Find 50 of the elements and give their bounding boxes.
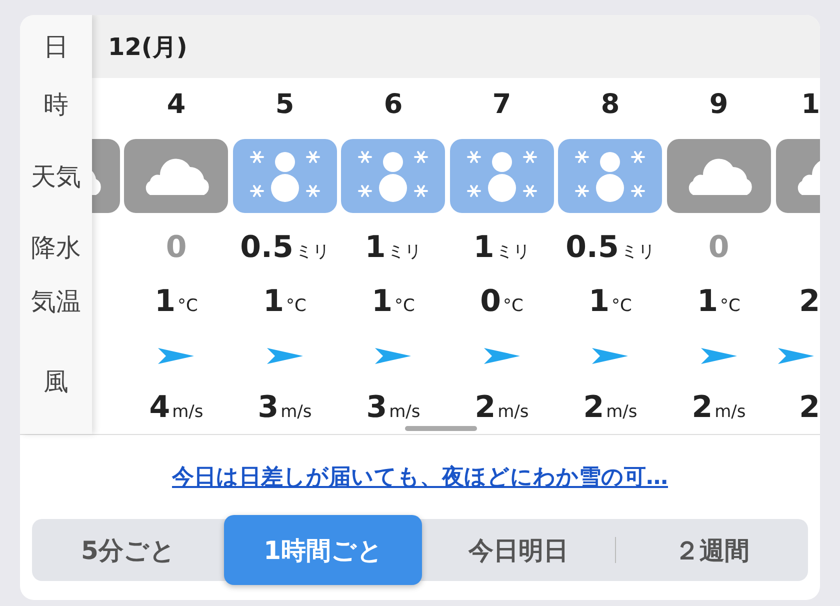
- temperature-value: 1°C: [588, 284, 632, 318]
- interval-tab[interactable]: 今日明日: [422, 519, 615, 581]
- hour-label: 4: [166, 88, 186, 120]
- temperature-value: 1°C: [263, 284, 306, 318]
- row-label: 気温: [31, 286, 81, 318]
- row-label: 風: [44, 366, 68, 398]
- temperature-value: 1°C: [154, 284, 198, 318]
- wind-speed: 3 m/s: [258, 390, 312, 424]
- row-label: 天気: [31, 160, 81, 192]
- precipitation-value: 1 ミリ: [473, 230, 530, 264]
- row-label: 時: [44, 88, 68, 120]
- interval-tab[interactable]: ２週間: [616, 519, 808, 581]
- temperature-value: 1°C: [697, 284, 740, 318]
- precipitation-value: 0: [708, 230, 730, 264]
- hour-label: 6: [384, 88, 403, 120]
- hour-label: 1: [801, 88, 820, 120]
- wind-speed: 2: [799, 390, 820, 424]
- arrow-icon: [482, 346, 522, 366]
- hour-label: 7: [492, 88, 512, 120]
- date-heading: 12(月): [108, 32, 188, 62]
- scroll-indicator[interactable]: [405, 426, 477, 431]
- wind-speed: 4 m/s: [149, 390, 204, 424]
- cloud-icon: [124, 139, 228, 213]
- precipitation-value: 0.5 ミリ: [240, 230, 330, 264]
- wind-speed: 2 m/s: [474, 390, 529, 424]
- arrow-icon: [698, 346, 739, 366]
- snowman-icon: [341, 139, 446, 213]
- snowman-icon: [232, 139, 337, 213]
- precipitation-value: 0.5 ミリ: [566, 230, 655, 264]
- hour-label: 9: [709, 88, 728, 120]
- wind-speed: 2 m/s: [583, 390, 638, 424]
- wind-speed: 3 m/s: [366, 390, 420, 424]
- arrow-icon: [776, 346, 816, 366]
- precipitation-value: 1 ミリ: [364, 230, 422, 264]
- arrow-icon: [264, 346, 305, 366]
- interval-tab[interactable]: 1時間ごと: [224, 515, 422, 585]
- hour-label: 8: [600, 88, 620, 120]
- temperature-value: 1°C: [372, 284, 415, 318]
- temperature-value: 2: [799, 284, 820, 318]
- interval-tab[interactable]: 5分ごと: [32, 519, 224, 581]
- cloud-icon: [666, 139, 771, 213]
- hour-label: 5: [275, 88, 294, 120]
- precipitation-value: 0: [166, 230, 187, 264]
- snowman-icon: [558, 139, 662, 213]
- row-label: 降水: [31, 232, 81, 264]
- snowman-icon: [450, 139, 554, 213]
- row-label: 日: [44, 31, 68, 63]
- wind-speed: 2 m/s: [692, 390, 746, 424]
- forecast-summary-link[interactable]: 今日は日差しが届いても、夜ほどにわか雪の可…: [172, 462, 668, 492]
- temperature-value: 0°C: [480, 284, 524, 318]
